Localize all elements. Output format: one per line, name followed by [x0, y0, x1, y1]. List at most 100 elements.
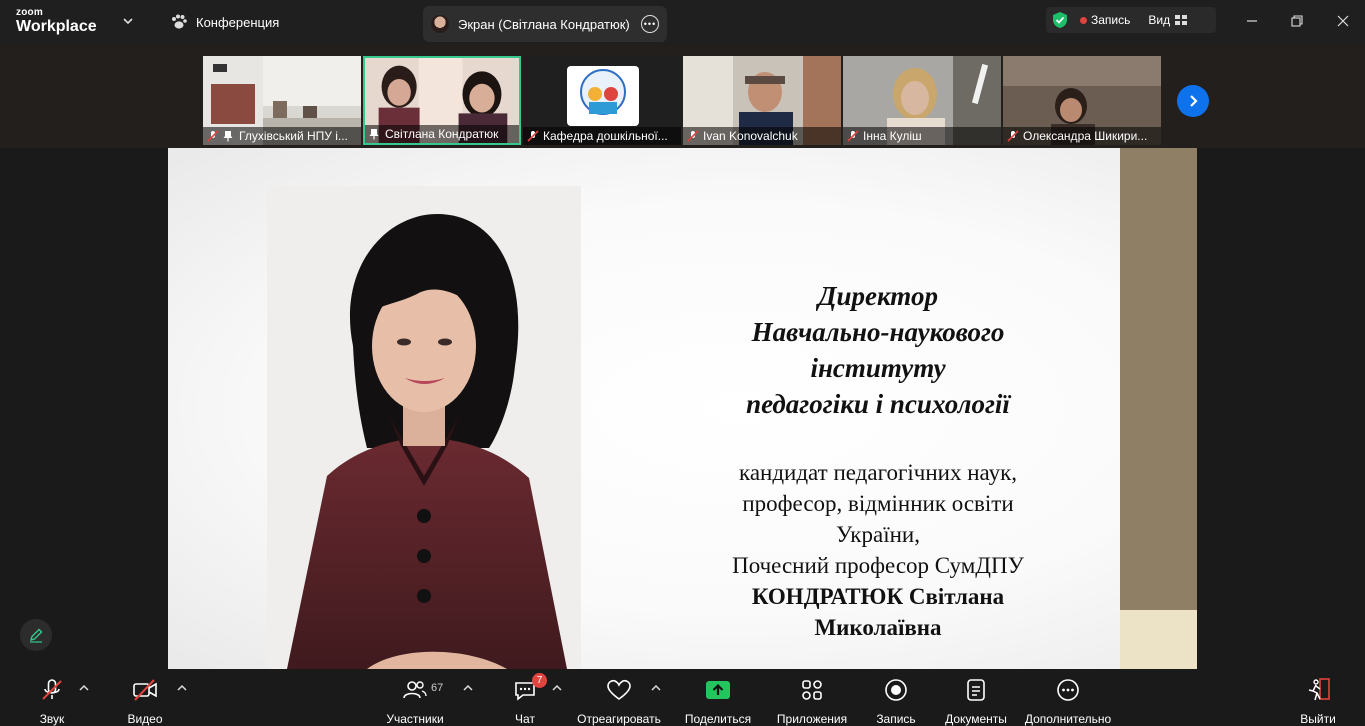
participant-tile[interactable]: Кафедра дошкільної...	[523, 56, 681, 145]
participant-name: Кафедра дошкільної...	[523, 127, 681, 145]
participants-button[interactable]: Участники	[384, 669, 446, 726]
slide-side-panel	[1120, 610, 1197, 669]
slide-title-line: Директор	[818, 281, 938, 311]
chevron-up-icon[interactable]	[177, 684, 187, 692]
chevron-down-icon[interactable]	[121, 14, 135, 28]
shield-icon[interactable]	[1052, 11, 1068, 29]
presentation-slide: Директор Навчально-наукового інституту п…	[168, 148, 1120, 669]
participant-name: Світлана Кондратюк	[365, 125, 519, 143]
grid-view-icon[interactable]	[1174, 14, 1188, 26]
share-screen-icon	[704, 677, 732, 703]
participant-name-text: Олександра Шикири...	[1023, 129, 1148, 143]
meeting-toolbar: Звук Видео Участники 67 7 Чат Отреагиров…	[0, 669, 1365, 726]
participant-tile[interactable]: Ivan Konovalchuk	[683, 56, 841, 145]
chevron-right-icon	[1190, 95, 1198, 107]
mic-muted-icon	[207, 130, 219, 142]
status-area: Запись Вид	[1046, 7, 1216, 33]
restore-icon[interactable]	[1288, 12, 1306, 30]
mic-muted-icon	[38, 677, 66, 703]
mic-muted-icon	[527, 130, 539, 142]
participant-name: Глухівський НПУ і...	[203, 127, 361, 145]
participant-name: Ivan Konovalchuk	[683, 127, 841, 145]
mic-muted-icon	[847, 130, 859, 142]
logo-bottom: Workplace	[16, 18, 97, 35]
chevron-up-icon[interactable]	[79, 684, 89, 692]
more-label: Дополнительно	[1024, 712, 1112, 726]
react-label: Отреагировать	[577, 712, 661, 726]
mic-muted-icon	[687, 130, 699, 142]
logo-top: zoom	[16, 7, 43, 18]
mic-muted-icon	[1007, 130, 1019, 142]
participant-name-text: Кафедра дошкільної...	[543, 129, 668, 143]
participants-label: Участники	[386, 712, 444, 726]
slide-desc-line: професор, відмінник освіти	[742, 491, 1014, 516]
participant-tile[interactable]: Світлана Кондратюк	[363, 56, 521, 145]
portrait-photo	[267, 186, 581, 669]
slide-name-line: КОНДРАТЮК Світлана	[751, 584, 1005, 609]
more-icon	[1054, 677, 1082, 703]
chat-icon: 7	[511, 673, 547, 703]
more-icon[interactable]: •••	[641, 15, 659, 33]
slide-title-line: інституту	[810, 353, 946, 383]
apps-button[interactable]: Приложения	[774, 669, 850, 726]
video-button[interactable]: Видео	[125, 669, 165, 726]
pencil-icon	[29, 628, 43, 643]
share-button[interactable]: Поделиться	[684, 669, 752, 726]
slide-text: Директор Навчально-наукового інституту п…	[688, 278, 1068, 643]
record-dot-icon	[1080, 16, 1087, 24]
conference-label: Конференция	[196, 14, 280, 30]
chat-button[interactable]: 7 Чат	[510, 669, 547, 726]
participants-count: 67	[431, 682, 444, 694]
record-icon	[882, 677, 910, 703]
leave-label: Выйти	[1300, 712, 1336, 726]
participant-name-text: Глухівський НПУ і...	[239, 129, 348, 143]
docs-label: Документы	[945, 712, 1007, 726]
participant-name-text: Світлана Кондратюк	[385, 127, 499, 141]
share-label: Поделиться	[684, 712, 752, 726]
close-icon[interactable]	[1334, 12, 1352, 30]
slide-desc-line: кандидат педагогічних наук,	[739, 460, 1017, 485]
record-label: Запись	[876, 712, 916, 726]
chat-label: Чат	[515, 712, 535, 726]
chevron-up-icon[interactable]	[552, 684, 562, 692]
leave-button[interactable]: Выйти	[1298, 669, 1338, 726]
document-icon	[962, 677, 990, 703]
slide-side-panel	[1120, 148, 1197, 610]
participants-icon	[401, 677, 429, 703]
participant-strip: Глухівський НПУ і... Світлана Кондратюк	[0, 46, 1365, 148]
slide-desc-line: Почесний професор СумДПУ	[732, 553, 1024, 578]
participant-name-text: Ivan Konovalchuk	[703, 129, 798, 143]
slide-title-line: педагогіки і психології	[746, 389, 1010, 419]
more-button[interactable]: Дополнительно	[1022, 669, 1114, 726]
apps-label: Приложения	[776, 712, 848, 726]
zoom-logo: zoom Workplace	[16, 8, 97, 35]
next-page-button[interactable]	[1177, 85, 1209, 117]
screen-share-tab[interactable]: Экран (Світлана Кондратюк) •••	[423, 6, 667, 42]
chat-badge: 7	[532, 673, 547, 688]
slide-title-line: Навчально-наукового	[751, 317, 1005, 347]
chevron-up-icon[interactable]	[463, 684, 473, 692]
participant-tile[interactable]: Глухівський НПУ і...	[203, 56, 361, 145]
apps-icon	[798, 677, 826, 703]
docs-button[interactable]: Документы	[942, 669, 1010, 726]
participant-tile[interactable]: Інна Куліш	[843, 56, 1001, 145]
participant-name: Інна Куліш	[843, 127, 1001, 145]
slide-desc-line: України,	[836, 522, 920, 547]
heart-icon	[605, 677, 633, 703]
slide-name-line: Миколаївна	[814, 615, 942, 640]
record-button[interactable]: Запись	[874, 669, 918, 726]
react-button[interactable]: Отреагировать	[577, 669, 661, 726]
slide-description: кандидат педагогічних наук, професор, ві…	[688, 457, 1068, 643]
audio-button[interactable]: Звук	[32, 669, 72, 726]
pin-icon	[369, 129, 379, 140]
audio-label: Звук	[39, 712, 65, 726]
annotate-button[interactable]	[20, 619, 52, 651]
video-label: Видео	[127, 712, 163, 726]
conference-menu[interactable]: Конференция	[170, 14, 279, 30]
participant-name-text: Інна Куліш	[863, 129, 922, 143]
chevron-up-icon[interactable]	[651, 684, 661, 692]
participant-tile[interactable]: Олександра Шикири...	[1003, 56, 1161, 145]
view-button[interactable]: Вид	[1148, 13, 1170, 27]
record-status[interactable]: Запись	[1091, 13, 1130, 27]
minimize-icon[interactable]	[1243, 12, 1261, 30]
